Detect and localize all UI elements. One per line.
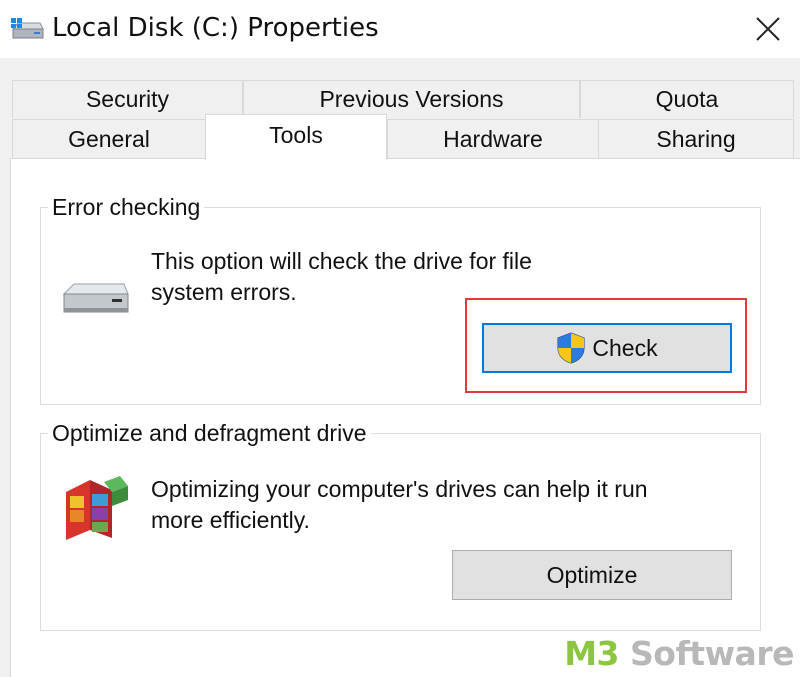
optimize-button-label: Optimize xyxy=(546,561,638,588)
watermark-software: Software xyxy=(619,634,794,673)
optimize-description: Optimizing your computer's drives can he… xyxy=(151,474,648,536)
tab-label: Sharing xyxy=(656,126,736,152)
watermark-m3: M3 xyxy=(564,634,620,673)
description-line: more efficiently. xyxy=(151,507,310,533)
tab-general[interactable]: General xyxy=(12,119,206,159)
hard-drive-icon xyxy=(62,283,129,313)
tab-label: Previous Versions xyxy=(319,86,504,112)
optimize-title: Optimize and defragment drive xyxy=(48,419,371,447)
check-button[interactable]: Check xyxy=(482,323,732,373)
drive-icon xyxy=(11,18,44,39)
window-title: Local Disk (C:) Properties xyxy=(52,13,379,43)
description-line: Optimizing your computer's drives can he… xyxy=(151,476,648,502)
close-icon xyxy=(756,17,780,41)
tab-sharing[interactable]: Sharing xyxy=(598,119,794,159)
error-checking-title: Error checking xyxy=(48,193,205,221)
tab-label: General xyxy=(68,126,150,152)
description-line: This option will check the drive for fil… xyxy=(151,248,532,274)
tab-label: Quota xyxy=(655,86,719,112)
title-bar: Local Disk (C:) Properties xyxy=(0,0,800,58)
watermark-logo: M3 Software xyxy=(564,634,794,673)
tab-hardware[interactable]: Hardware xyxy=(387,119,599,159)
tab-label: Tools xyxy=(269,122,323,148)
tab-quota[interactable]: Quota xyxy=(580,80,794,118)
check-button-label: Check xyxy=(592,334,658,361)
tab-label: Hardware xyxy=(443,126,543,152)
close-button[interactable] xyxy=(736,0,800,58)
tab-label: Security xyxy=(85,86,170,112)
tab-tools[interactable]: Tools xyxy=(205,114,387,160)
defrag-icon xyxy=(66,476,128,540)
uac-shield-icon xyxy=(557,332,585,364)
tab-previous-versions[interactable]: Previous Versions xyxy=(243,80,580,118)
tab-security[interactable]: Security xyxy=(12,80,243,118)
optimize-button[interactable]: Optimize xyxy=(452,550,732,600)
